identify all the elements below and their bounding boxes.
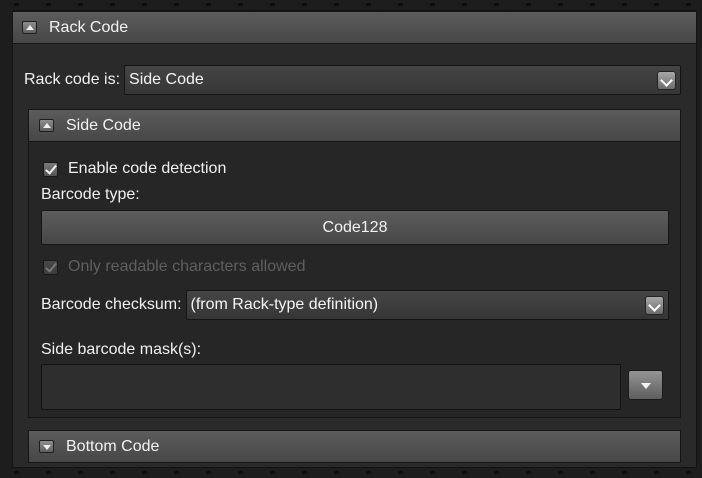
barcode-type-value: Code128 bbox=[322, 218, 388, 236]
border-dot bbox=[558, 3, 563, 6]
collapse-icon[interactable] bbox=[22, 21, 37, 34]
border-dot bbox=[334, 3, 339, 6]
border-dot bbox=[654, 3, 659, 6]
checksum-label: Barcode checksum: bbox=[41, 296, 182, 313]
side-code-title: Side Code bbox=[66, 116, 141, 134]
border-dot bbox=[430, 471, 435, 474]
border-dot bbox=[398, 471, 403, 474]
border-dot bbox=[302, 471, 307, 474]
readable-only-label: Only readable characters allowed bbox=[68, 258, 306, 275]
mask-label: Side barcode mask(s): bbox=[41, 341, 202, 358]
border-dot bbox=[14, 3, 19, 6]
border-dot bbox=[590, 471, 595, 474]
border-dot bbox=[302, 3, 307, 6]
enable-detection-checkbox[interactable] bbox=[43, 161, 58, 177]
border-dot bbox=[270, 3, 275, 6]
side-code-header[interactable]: Side Code bbox=[28, 109, 681, 142]
rack-code-select[interactable]: Side Code bbox=[124, 65, 681, 95]
readable-only-checkbox bbox=[43, 259, 58, 275]
mask-dropdown-button[interactable] bbox=[628, 370, 663, 400]
border-dot bbox=[174, 3, 179, 6]
checksum-value: (from Rack-type definition) bbox=[190, 296, 379, 313]
rack-code-title: Rack Code bbox=[49, 18, 129, 36]
border-dot bbox=[110, 3, 115, 6]
border-dot bbox=[334, 471, 339, 474]
border-dot bbox=[238, 471, 243, 474]
border-dot bbox=[78, 3, 83, 6]
rack-code-label: Rack code is: bbox=[24, 71, 121, 88]
mask-input[interactable] bbox=[41, 364, 621, 410]
border-dot bbox=[526, 471, 531, 474]
window-frame: Rack Code Rack code is: Side Code Side C… bbox=[0, 0, 702, 478]
border-dot bbox=[462, 3, 467, 6]
checksum-select[interactable]: (from Rack-type definition) bbox=[185, 290, 669, 320]
bottom-code-title: Bottom Code bbox=[66, 437, 160, 455]
expand-icon[interactable] bbox=[39, 440, 54, 453]
rack-code-row: Rack code is: Side Code bbox=[24, 65, 681, 95]
border-dot bbox=[46, 471, 51, 474]
border-dot bbox=[590, 3, 595, 6]
border-dot bbox=[622, 3, 627, 6]
border-dot bbox=[142, 3, 147, 6]
collapse-icon[interactable] bbox=[39, 119, 54, 132]
chevron-down-icon[interactable] bbox=[645, 295, 664, 315]
top-dotted-border bbox=[0, 0, 702, 10]
border-dot bbox=[270, 471, 275, 474]
border-dot bbox=[686, 471, 691, 474]
border-dot bbox=[686, 3, 691, 6]
enable-detection-row[interactable]: Enable code detection bbox=[43, 160, 226, 178]
border-dot bbox=[462, 471, 467, 474]
bottom-code-header[interactable]: Bottom Code bbox=[28, 430, 681, 463]
border-dot bbox=[526, 3, 531, 6]
border-dot bbox=[110, 471, 115, 474]
barcode-type-label: Barcode type: bbox=[41, 186, 140, 203]
border-dot bbox=[206, 3, 211, 6]
border-dot bbox=[494, 3, 499, 6]
border-dot bbox=[174, 471, 179, 474]
barcode-type-button[interactable]: Code128 bbox=[41, 210, 669, 245]
border-dot bbox=[142, 471, 147, 474]
border-dot bbox=[14, 471, 19, 474]
border-dot bbox=[558, 471, 563, 474]
rack-code-header[interactable]: Rack Code bbox=[12, 11, 697, 44]
border-dot bbox=[494, 471, 499, 474]
border-dot bbox=[366, 3, 371, 6]
enable-detection-label: Enable code detection bbox=[68, 160, 227, 177]
border-dot bbox=[206, 471, 211, 474]
border-dot bbox=[78, 471, 83, 474]
border-dot bbox=[654, 471, 659, 474]
bottom-dotted-border bbox=[0, 468, 702, 478]
border-dot bbox=[622, 471, 627, 474]
border-dot bbox=[238, 3, 243, 6]
border-dot bbox=[46, 3, 51, 6]
border-dot bbox=[366, 471, 371, 474]
rack-code-value: Side Code bbox=[129, 71, 204, 88]
checksum-row: Barcode checksum: (from Rack-type defini… bbox=[41, 290, 669, 320]
chevron-down-icon[interactable] bbox=[657, 70, 676, 90]
readable-only-row: Only readable characters allowed bbox=[43, 258, 305, 276]
border-dot bbox=[430, 3, 435, 6]
border-dot bbox=[398, 3, 403, 6]
